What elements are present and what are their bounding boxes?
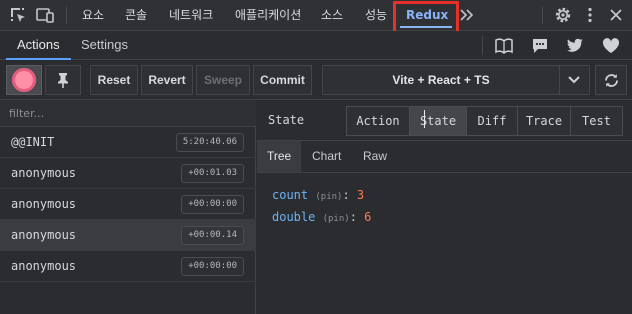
pin-link[interactable]: (pin) [315, 192, 342, 202]
filter-input[interactable]: filter... [0, 100, 256, 127]
tab-sources[interactable]: 소스 [321, 0, 343, 31]
tree-value: 3 [356, 188, 365, 202]
action-name: anonymous [11, 166, 77, 180]
tree-key: double [272, 210, 316, 224]
device-toolbar-icon[interactable] [35, 5, 55, 25]
pin-button[interactable] [45, 65, 81, 95]
book-icon[interactable] [494, 36, 514, 55]
commit-button[interactable]: Commit [253, 65, 312, 95]
tab-elements[interactable]: 요소 [82, 0, 104, 31]
action-time-badge: +00:01.03 [181, 164, 244, 183]
pin-icon [58, 73, 68, 88]
chevron-down-icon [568, 76, 580, 84]
record-icon [12, 68, 36, 92]
tab-actions[interactable]: Actions [6, 31, 71, 60]
inspect-element-icon[interactable] [8, 5, 28, 25]
redux-header-bar: Actions Settings [0, 31, 632, 60]
tab-raw[interactable]: Raw [353, 141, 397, 172]
tree-key: count [272, 188, 309, 202]
pin-link[interactable]: (pin) [323, 214, 350, 224]
action-list-panel: filter... @@INIT 5:20:40.06 anonymous +0… [0, 100, 256, 314]
action-row[interactable]: anonymous +00:00:00 [0, 189, 256, 220]
tab-performance[interactable]: 성능 [365, 0, 387, 31]
inspector-title: State [268, 113, 305, 127]
kebab-menu-icon[interactable] [580, 5, 600, 25]
inspector-panel: State Action State Diff Trace Test Tree … [257, 100, 632, 314]
reset-button[interactable]: Reset [90, 65, 138, 95]
divider [559, 66, 560, 94]
action-name: anonymous [11, 228, 77, 242]
tab-action[interactable]: Action [347, 107, 410, 135]
highlight-box [393, 1, 459, 34]
action-row[interactable]: anonymous +00:01.03 [0, 158, 256, 189]
instance-label: Vite + React + TS [392, 73, 490, 87]
instance-selector[interactable]: Vite + React + TS [322, 65, 590, 95]
tab-tree[interactable]: Tree [257, 141, 302, 172]
text-cursor [424, 110, 425, 128]
inspector-header: State Action State Diff Trace Test [257, 100, 632, 141]
tab-application[interactable]: 애플리케이션 [235, 0, 301, 31]
tab-diff[interactable]: Diff [467, 107, 518, 135]
tree-node[interactable]: double (pin): 6 [272, 206, 371, 228]
action-toolbar: Reset Revert Sweep Commit Vite + React +… [0, 60, 632, 100]
record-button[interactable] [6, 65, 42, 95]
action-row[interactable]: anonymous +00:00:00 [0, 251, 256, 282]
sweep-button[interactable]: Sweep [196, 65, 250, 95]
action-row[interactable]: @@INIT 5:20:40.06 [0, 127, 256, 158]
action-row-selected[interactable]: anonymous +00:00.14 [0, 220, 256, 251]
more-tabs-icon[interactable] [457, 5, 477, 25]
tab-state[interactable]: State [410, 107, 467, 135]
colon: : [349, 210, 357, 224]
inspector-tabs: Action State Diff Trace Test [346, 106, 623, 136]
revert-button[interactable]: Revert [141, 65, 193, 95]
divider [482, 36, 483, 55]
close-icon[interactable] [606, 5, 626, 25]
tab-chart[interactable]: Chart [302, 141, 351, 172]
tree-node[interactable]: count (pin): 3 [272, 184, 371, 206]
tab-trace[interactable]: Trace [518, 107, 571, 135]
twitter-icon[interactable] [565, 36, 585, 55]
tree-value: 6 [364, 210, 372, 224]
action-time-badge: 5:20:40.06 [175, 133, 244, 152]
chat-icon[interactable] [530, 36, 550, 55]
action-name: anonymous [11, 259, 77, 273]
action-time-badge: +00:00:00 [181, 195, 244, 214]
divider [542, 7, 543, 24]
sync-button[interactable] [595, 65, 627, 95]
divider [66, 7, 67, 24]
tab-settings[interactable]: Settings [81, 31, 128, 60]
action-name: anonymous [11, 197, 77, 211]
gear-icon[interactable] [553, 5, 573, 25]
tab-console[interactable]: 콘솔 [125, 0, 147, 31]
view-tabs: Tree Chart Raw [257, 141, 632, 173]
action-time-badge: +00:00.14 [181, 226, 244, 245]
action-time-badge: +00:00:00 [181, 257, 244, 276]
action-name: @@INIT [11, 135, 55, 149]
tab-test[interactable]: Test [571, 107, 622, 135]
state-tree: count (pin): 3 double (pin): 6 [272, 184, 371, 228]
devtools-tab-bar: 요소 콘솔 네트워크 애플리케이션 소스 성능 Redux [0, 0, 632, 34]
heart-icon[interactable] [601, 36, 621, 55]
sync-icon [605, 74, 618, 87]
colon: : [342, 188, 350, 202]
tab-network[interactable]: 네트워크 [169, 0, 213, 31]
